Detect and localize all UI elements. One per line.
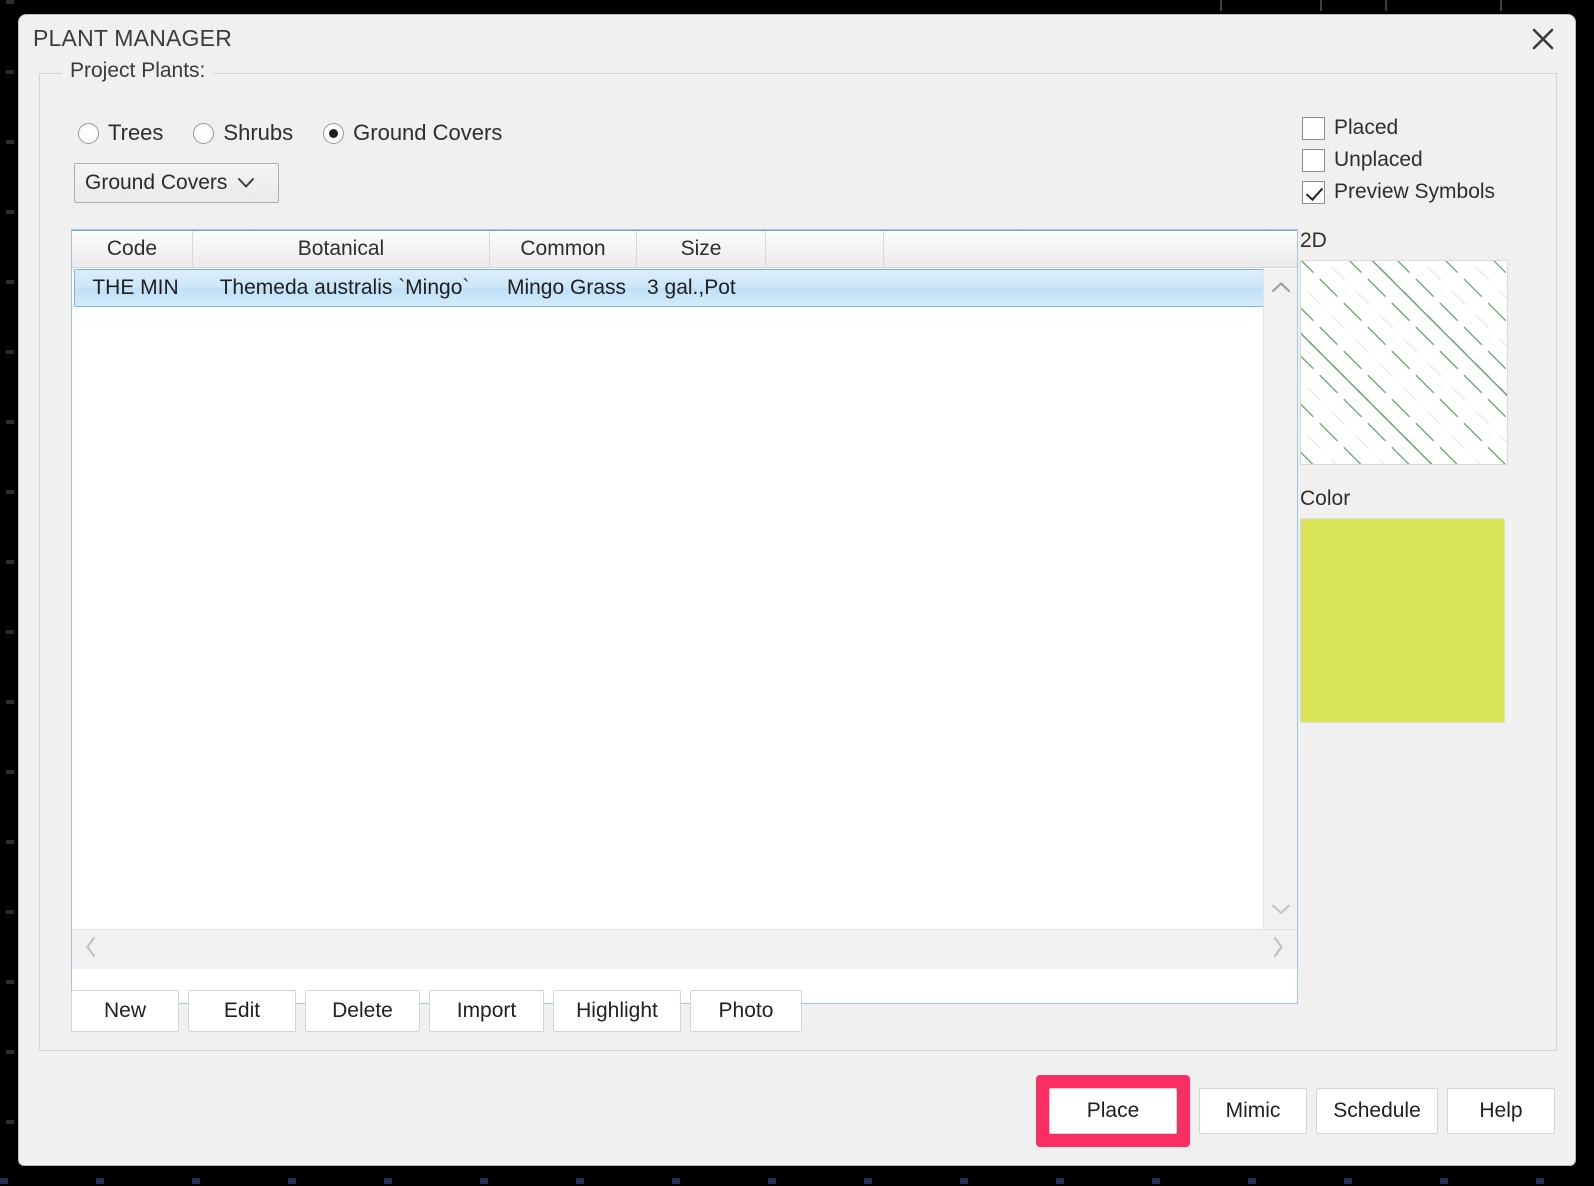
chevron-down-icon [237, 177, 255, 189]
radio-indicator-ground-covers [323, 122, 345, 144]
list-action-buttons: New Edit Delete Import Highlight Photo [71, 990, 811, 1032]
plant-list-rows: THE MIN Themeda australis `Mingo` Mingo … [72, 269, 1297, 969]
screen-root: PLANT MANAGER Project Plants: Trees Shru… [0, 0, 1594, 1186]
radio-label-trees: Trees [108, 120, 164, 145]
dialog-titlebar: PLANT MANAGER [19, 15, 1575, 61]
checkbox-indicator-unplaced [1302, 148, 1325, 172]
schedule-button[interactable]: Schedule [1316, 1088, 1438, 1134]
background-app-top-edge [1200, 0, 1594, 12]
background-app-bottom-edge [0, 1178, 1594, 1184]
color-label: Color [1300, 487, 1351, 510]
checkbox-unplaced[interactable]: Unplaced [1302, 148, 1532, 172]
place-button-highlight-annotation: Place [1036, 1075, 1190, 1147]
symbol-2d-label: 2D [1300, 229, 1327, 252]
mimic-button[interactable]: Mimic [1199, 1088, 1307, 1134]
checkbox-label-preview-symbols: Preview Symbols [1334, 180, 1496, 203]
radio-label-ground-covers: Ground Covers [353, 120, 503, 145]
delete-button[interactable]: Delete [305, 990, 420, 1032]
table-row[interactable]: THE MIN Themeda australis `Mingo` Mingo … [74, 269, 1295, 307]
plant-manager-dialog: PLANT MANAGER Project Plants: Trees Shru… [18, 14, 1576, 1166]
new-button[interactable]: New [71, 990, 179, 1032]
chevron-down-icon[interactable] [1264, 891, 1297, 927]
chevron-right-icon[interactable] [1271, 935, 1285, 964]
cell-botanical: Themeda australis `Mingo` [219, 276, 470, 299]
radio-indicator-trees [78, 122, 99, 144]
help-button[interactable]: Help [1447, 1088, 1555, 1134]
radio-indicator-shrubs [193, 122, 215, 144]
photo-button[interactable]: Photo [690, 990, 802, 1032]
highlight-button[interactable]: Highlight [553, 990, 681, 1032]
project-plants-groupbox: Project Plants: Trees Shrubs Ground Cove… [39, 59, 1557, 1051]
checkbox-placed[interactable]: Placed [1302, 116, 1532, 140]
plant-category-radiogroup: Trees Shrubs Ground Covers [78, 120, 532, 146]
filter-checkbox-group: Placed Unplaced Preview Symbols [1302, 116, 1532, 212]
radio-ground-covers[interactable]: Ground Covers [323, 120, 502, 146]
column-header-extra-1[interactable] [766, 231, 884, 267]
symbol-2d-preview[interactable] [1300, 260, 1508, 465]
checkbox-preview-symbols[interactable]: Preview Symbols [1302, 180, 1532, 204]
column-header-botanical[interactable]: Botanical [193, 231, 490, 267]
place-button[interactable]: Place [1049, 1088, 1177, 1134]
cell-size: 3 gal.,Pot [647, 276, 736, 299]
plant-list: Code Botanical Common Size THE MIN Theme… [71, 229, 1298, 1004]
radio-shrubs[interactable]: Shrubs [193, 120, 293, 146]
close-icon[interactable] [1521, 21, 1565, 57]
checkbox-label-unplaced: Unplaced [1334, 148, 1423, 171]
dialog-footer: Place Mimic Schedule Help [39, 1051, 1555, 1151]
cell-common: Mingo Grass [506, 276, 627, 299]
groupbox-legend: Project Plants: [62, 59, 214, 83]
checkbox-indicator-preview-symbols [1302, 180, 1325, 204]
symbol-preview-panel: 2D Color [1300, 229, 1532, 723]
plant-group-dropdown[interactable]: Ground Covers [74, 163, 279, 203]
checkbox-indicator-placed [1302, 116, 1325, 140]
color-swatch[interactable] [1300, 518, 1505, 723]
column-header-common[interactable]: Common [490, 231, 637, 267]
checkbox-label-placed: Placed [1334, 116, 1399, 139]
chevron-up-icon[interactable] [1264, 269, 1297, 305]
edit-button[interactable]: Edit [188, 990, 296, 1032]
dialog-title: PLANT MANAGER [33, 25, 232, 51]
green-diagonal-hatch-icon [1301, 261, 1507, 464]
column-header-code[interactable]: Code [72, 231, 193, 267]
radio-trees[interactable]: Trees [78, 120, 163, 146]
list-vertical-scrollbar[interactable] [1263, 269, 1297, 969]
column-header-size[interactable]: Size [637, 231, 766, 267]
dropdown-selected-value: Ground Covers [85, 171, 228, 194]
chevron-left-icon[interactable] [84, 935, 98, 964]
footer-buttons: Place Mimic Schedule Help [1036, 1075, 1555, 1147]
cell-code: THE MIN [92, 276, 179, 299]
radio-label-shrubs: Shrubs [223, 120, 294, 145]
background-app-left-edge [6, 0, 14, 1186]
import-button[interactable]: Import [429, 990, 544, 1032]
column-header-extra-2[interactable] [884, 231, 1297, 267]
plant-list-header: Code Botanical Common Size [72, 230, 1297, 268]
list-horizontal-scrollbar[interactable] [72, 929, 1297, 969]
